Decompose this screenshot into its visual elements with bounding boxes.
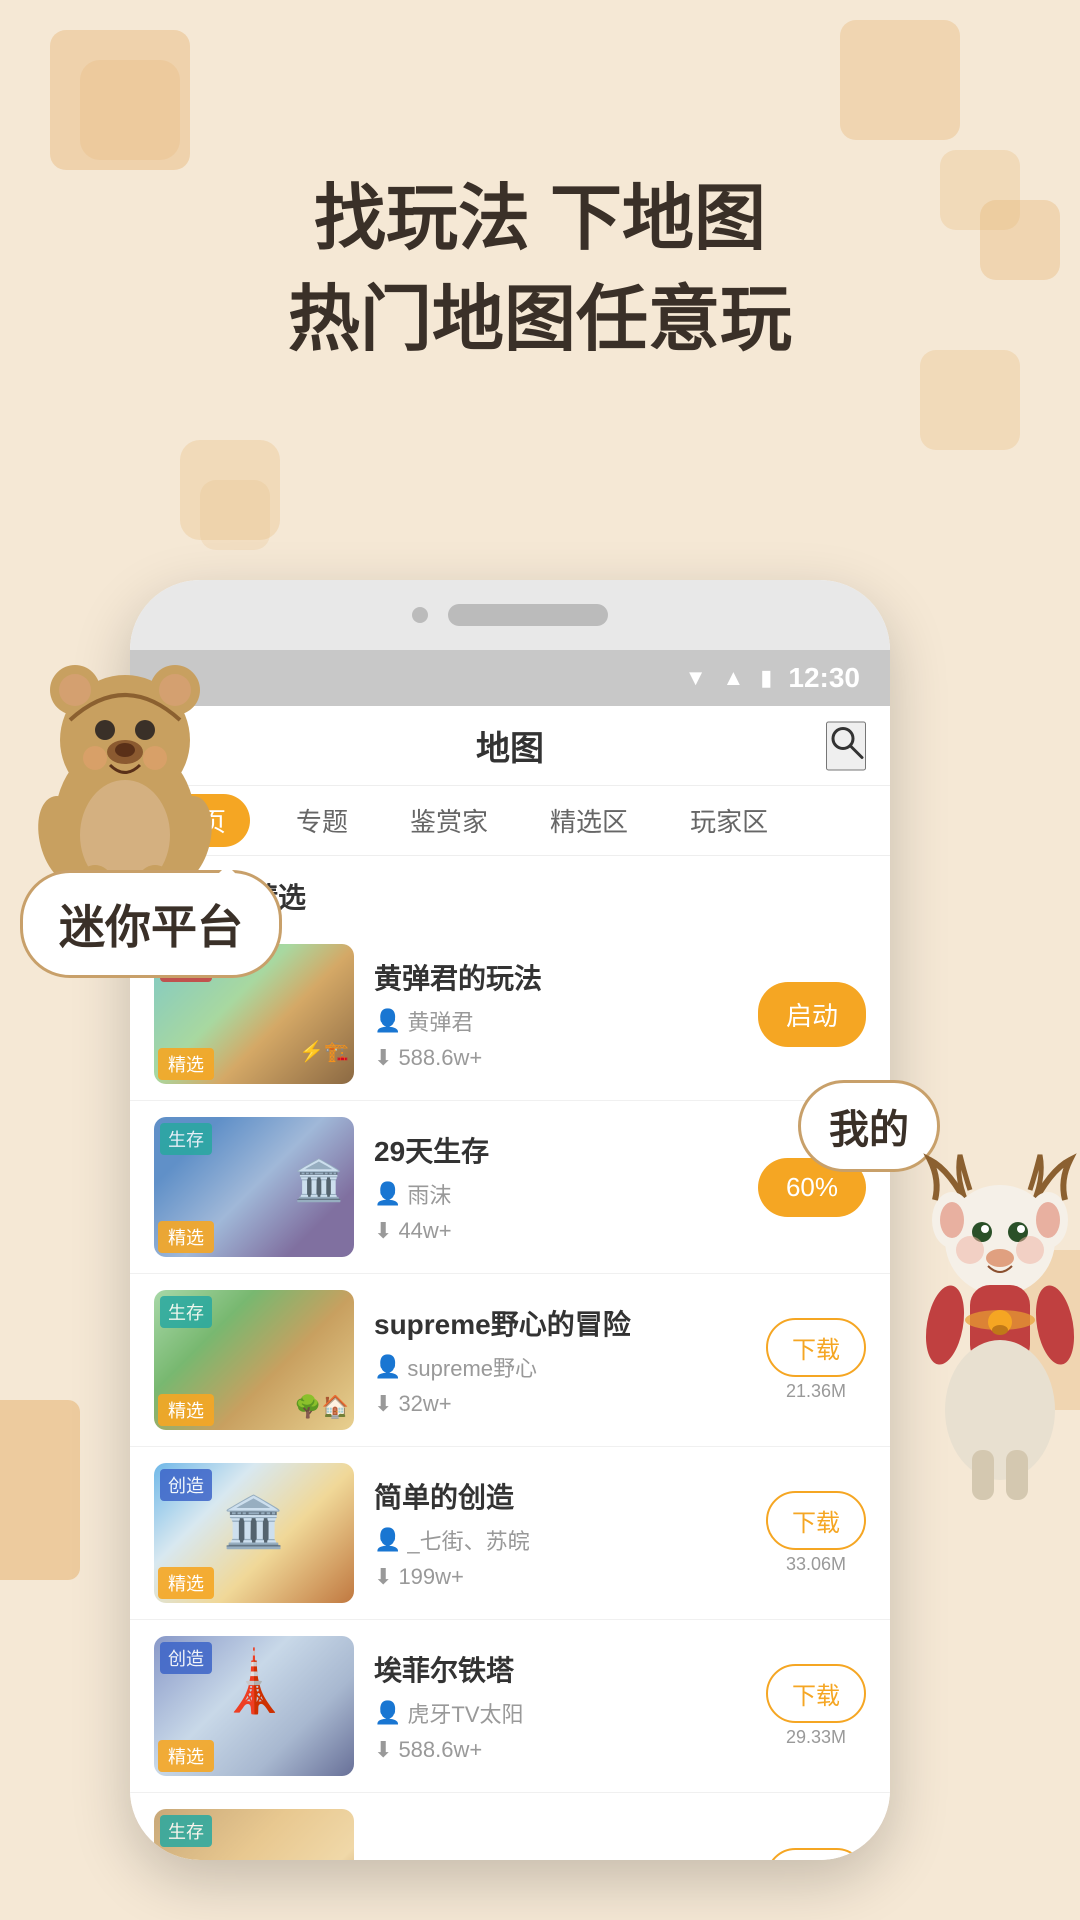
- top-badge-2: 生存: [160, 1123, 212, 1155]
- app-title: 地图: [476, 721, 544, 770]
- game-item-6[interactable]: 生存 精选 会动的雕塑 下载: [130, 1793, 890, 1860]
- download-icon-2: ⬇: [374, 1218, 392, 1244]
- download-icon-4: ⬇: [374, 1564, 392, 1590]
- game-info-5: 埃菲尔铁塔 👤 虎牙TV太阳 ⬇ 588.6w+: [374, 1649, 746, 1763]
- tab-player[interactable]: 玩家区: [674, 794, 784, 847]
- game-action-6: 下载: [766, 1848, 866, 1861]
- status-time: 12:30: [788, 662, 860, 694]
- author-icon-5: 👤: [374, 1700, 401, 1726]
- phone-camera: [412, 607, 428, 623]
- author-icon-3: 👤: [374, 1354, 401, 1380]
- top-badge-6: 生存: [160, 1815, 212, 1847]
- wifi-icon: ▼: [685, 665, 707, 691]
- game-action-4: 下载 33.06M: [766, 1491, 866, 1575]
- author-icon-1: 👤: [374, 1008, 401, 1034]
- nav-tabs: 首页 专题 鉴赏家 精选区 玩家区: [130, 786, 890, 856]
- download-icon-1: ⬇: [374, 1045, 392, 1071]
- game-item-3[interactable]: 生存 精选 supreme野心的冒险 👤 supreme野心 ⬇ 32w+ 下载…: [130, 1274, 890, 1447]
- game-action-5: 下载 29.33M: [766, 1664, 866, 1748]
- headline-section: 找玩法 下地图 热门地图任意玩: [0, 0, 1080, 460]
- game-thumb-3: 生存 精选: [154, 1290, 354, 1430]
- game-downloads-5: ⬇ 588.6w+: [374, 1737, 746, 1763]
- game-thumb-4: 创造 精选: [154, 1463, 354, 1603]
- download-button-3[interactable]: 下载: [766, 1318, 866, 1377]
- game-name-2: 29天生存: [374, 1130, 738, 1170]
- game-action-1: 启动: [758, 982, 866, 1047]
- signal-icon: ▲: [722, 665, 744, 691]
- game-downloads-1: ⬇ 588.6w+: [374, 1045, 738, 1071]
- search-button[interactable]: [826, 721, 866, 770]
- download-icon-3: ⬇: [374, 1391, 392, 1417]
- game-author-5: 👤 虎牙TV太阳: [374, 1697, 746, 1729]
- game-info-6: 会动的雕塑: [374, 1855, 746, 1860]
- phone-top-bar: [130, 580, 890, 650]
- game-author-4: 👤 _七街、苏皖: [374, 1524, 746, 1556]
- game-author-1: 👤 黄弹君: [374, 1005, 738, 1037]
- game-info-4: 简单的创造 👤 _七街、苏皖 ⬇ 199w+: [374, 1476, 746, 1590]
- bottom-badge-4: 精选: [158, 1567, 214, 1599]
- app-header: 地图: [130, 706, 890, 786]
- phone-speaker: [448, 604, 608, 626]
- game-author-3: 👤 supreme野心: [374, 1351, 746, 1383]
- game-downloads-2: ⬇ 44w+: [374, 1218, 738, 1244]
- game-thumb-5: 创造 精选: [154, 1636, 354, 1776]
- bottom-badge-5: 精选: [158, 1740, 214, 1772]
- top-badge-5: 创造: [160, 1642, 212, 1674]
- game-name-4: 简单的创造: [374, 1476, 746, 1516]
- status-bar: ▼ ▲ ▮ 12:30: [130, 650, 890, 706]
- game-name-5: 埃菲尔铁塔: [374, 1649, 746, 1689]
- game-name-6: 会动的雕塑: [374, 1855, 746, 1860]
- game-name-3: supreme野心的冒险: [374, 1303, 746, 1343]
- game-info-2: 29天生存 👤 雨沫 ⬇ 44w+: [374, 1130, 738, 1244]
- download-size-3: 21.36M: [766, 1381, 866, 1402]
- game-downloads-3: ⬇ 32w+: [374, 1391, 746, 1417]
- game-item-2[interactable]: 生存 精选 29天生存 👤 雨沫 ⬇ 44w+ 60%: [130, 1101, 890, 1274]
- game-info-3: supreme野心的冒险 👤 supreme野心 ⬇ 32w+: [374, 1303, 746, 1417]
- bottom-badge-3: 精选: [158, 1394, 214, 1426]
- headline-text: 找玩法 下地图 热门地图任意玩: [288, 169, 792, 371]
- bottom-badge-1: 精选: [158, 1048, 214, 1080]
- top-badge-4: 创造: [160, 1469, 212, 1501]
- author-icon-4: 👤: [374, 1527, 401, 1553]
- download-button-6[interactable]: 下载: [766, 1848, 866, 1861]
- download-size-5: 29.33M: [766, 1727, 866, 1748]
- phone-mockup: ▼ ▲ ▮ 12:30 地图 首页 专题 鉴赏家 精选区 玩家区 最新精选 电路…: [130, 580, 890, 1860]
- download-button-4[interactable]: 下载: [766, 1491, 866, 1550]
- game-info-1: 黄弹君的玩法 👤 黄弹君 ⬇ 588.6w+: [374, 957, 738, 1071]
- game-item-5[interactable]: 创造 精选 埃菲尔铁塔 👤 虎牙TV太阳 ⬇ 588.6w+ 下载 29.33M: [130, 1620, 890, 1793]
- game-list: 电路 精选 黄弹君的玩法 👤 黄弹君 ⬇ 588.6w+ 启动 生存 精选 29…: [130, 928, 890, 1860]
- tab-appreciator[interactable]: 鉴赏家: [394, 794, 504, 847]
- tab-topic[interactable]: 专题: [280, 794, 364, 847]
- download-icon-5: ⬇: [374, 1737, 392, 1763]
- start-button-1[interactable]: 启动: [758, 982, 866, 1047]
- game-name-1: 黄弹君的玩法: [374, 957, 738, 997]
- battery-icon: ▮: [760, 665, 772, 691]
- download-size-4: 33.06M: [766, 1554, 866, 1575]
- bottom-badge-2: 精选: [158, 1221, 214, 1253]
- game-thumb-6: 生存 精选: [154, 1809, 354, 1860]
- speech-bubble-left: 迷你平台: [20, 870, 282, 978]
- top-badge-3: 生存: [160, 1296, 212, 1328]
- game-item-4[interactable]: 创造 精选 简单的创造 👤 _七街、苏皖 ⬇ 199w+ 下载 33.06M: [130, 1447, 890, 1620]
- download-button-5[interactable]: 下载: [766, 1664, 866, 1723]
- game-author-2: 👤 雨沫: [374, 1178, 738, 1210]
- tab-featured[interactable]: 精选区: [534, 794, 644, 847]
- deer-mascot: [900, 1150, 1080, 1505]
- game-action-3: 下载 21.36M: [766, 1318, 866, 1402]
- game-thumb-2: 生存 精选: [154, 1117, 354, 1257]
- author-icon-2: 👤: [374, 1181, 401, 1207]
- game-downloads-4: ⬇ 199w+: [374, 1564, 746, 1590]
- left-accent: [0, 1400, 80, 1580]
